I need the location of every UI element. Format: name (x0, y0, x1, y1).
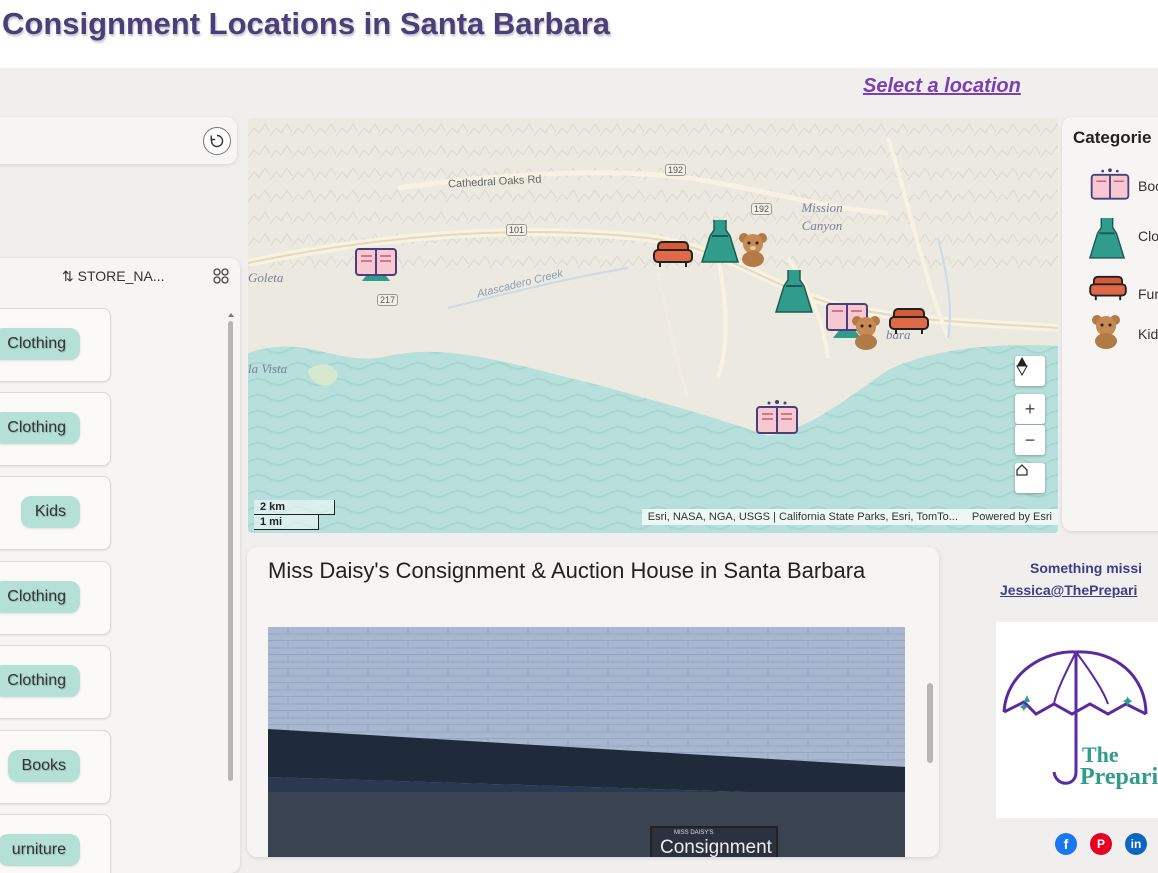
sofa-icon (1089, 275, 1127, 301)
list-item[interactable]: Clothing (0, 645, 111, 719)
refresh-button[interactable] (203, 127, 231, 155)
book-icon (1090, 168, 1130, 200)
attribution-text[interactable]: Esri, NASA, NGA, USGS | California State… (648, 511, 958, 523)
dress-icon[interactable] (700, 218, 740, 264)
zoom-in-button[interactable]: + (1015, 394, 1045, 424)
legend-item: Boo (1088, 165, 1158, 205)
store-photo: MISS DAISY'S Consignment (268, 627, 905, 857)
legend-label: Clo (1138, 228, 1158, 244)
route-shield-192: 192 (751, 203, 773, 215)
dress-icon[interactable] (774, 268, 814, 314)
page-title: Consignment Locations in Santa Barbara (2, 6, 611, 41)
contact-email-link[interactable]: Jessica@ThePrepari (1000, 582, 1137, 598)
svg-text:✦: ✦ (1018, 699, 1030, 715)
legend-panel: Categorie Boo Clo Fur (1062, 117, 1158, 531)
book-icon[interactable] (753, 397, 801, 437)
scale-bar: 2 km 1 mi (254, 500, 335, 530)
category-tag: urniture (0, 834, 80, 866)
select-location-link[interactable]: Select a location (863, 75, 1021, 98)
category-tag: Kids (20, 496, 80, 528)
list-item[interactable]: Books (0, 730, 111, 804)
zoom-out-button[interactable]: − (1015, 425, 1045, 455)
category-tag: Clothing (0, 412, 80, 444)
compass-button[interactable] (1015, 356, 1045, 386)
scale-km: 2 km (254, 500, 335, 515)
facebook-icon[interactable]: f (1055, 833, 1077, 855)
category-tag: Clothing (0, 328, 80, 360)
map-attribution: Esri, NASA, NGA, USGS | California State… (641, 509, 1058, 525)
linkedin-icon[interactable]: in (1125, 833, 1147, 855)
legend-label: Kid (1138, 326, 1158, 342)
list-scrollbar[interactable] (227, 311, 235, 831)
book-icon[interactable] (352, 241, 400, 287)
sofa-icon[interactable] (652, 238, 694, 270)
compass-icon (1016, 357, 1028, 376)
route-shield-101: 101 (506, 224, 528, 236)
list-item[interactable]: urniture (0, 814, 111, 873)
list-item[interactable]: Clothing (0, 308, 111, 382)
map-view[interactable]: Cathedral Oaks Rd Mission Canyon Goleta … (248, 118, 1058, 533)
teddy-bear-icon[interactable] (735, 231, 771, 267)
home-button[interactable] (1015, 463, 1045, 493)
legend-title: Categorie (1073, 128, 1152, 147)
something-missing-text: Something missi (1030, 560, 1143, 576)
teddy-bear-icon (1092, 315, 1120, 349)
detail-scrollbar[interactable] (927, 683, 933, 763)
grid-view-icon[interactable] (212, 267, 230, 285)
logo-text-preparing: Prepari (1080, 764, 1158, 790)
header-bar: Consignment Locations in Santa Barbara (0, 0, 1158, 68)
label-goleta: Goleta (248, 270, 284, 285)
legend-item: Fur (1088, 273, 1158, 313)
label-isla-vista: la Vista (248, 361, 288, 376)
scroll-up-icon[interactable] (227, 311, 235, 319)
storefront-image (268, 627, 905, 857)
dress-icon (1088, 218, 1126, 259)
the-preparing-logo: ✦ ✦ The Prepari (996, 622, 1158, 818)
legend-label: Boo (1138, 178, 1158, 194)
list-item[interactable]: Clothing (0, 392, 111, 466)
category-tag: Books (7, 750, 80, 782)
list-item[interactable]: Kids (0, 476, 111, 550)
sofa-icon[interactable] (888, 305, 930, 337)
category-tag: Clothing (0, 581, 80, 613)
store-sign: Consignment (660, 837, 772, 857)
sort-by-store-name[interactable]: ⇅ STORE_NA... (62, 268, 165, 285)
home-icon (1016, 464, 1028, 476)
route-shield-192: 192 (665, 164, 687, 176)
legend-item: Kid (1088, 313, 1158, 353)
route-shield-217: 217 (377, 294, 399, 306)
teddy-bear-icon[interactable] (848, 314, 884, 350)
location-list-panel: ⇅ STORE_NA... Clothing Clothing Kids Clo… (0, 258, 240, 873)
list-item[interactable]: Clothing (0, 561, 111, 635)
location-detail-panel: Miss Daisy's Consignment & Auction House… (247, 547, 939, 857)
refresh-icon (210, 134, 224, 148)
category-tag: Clothing (0, 665, 80, 697)
list-header: ⇅ STORE_NA... (0, 258, 240, 294)
label-mission-canyon: Mission Canyon (801, 200, 843, 233)
store-sign-small: MISS DAISY'S (674, 830, 714, 836)
pinterest-icon[interactable]: P (1090, 833, 1112, 855)
list-scroll-thumb[interactable] (228, 321, 233, 781)
legend-label: Fur (1138, 286, 1158, 302)
detail-title: Miss Daisy's Consignment & Auction House… (268, 558, 866, 583)
basemap (248, 118, 1058, 533)
svg-text:✦: ✦ (1121, 694, 1134, 711)
search-panel (0, 117, 237, 164)
scale-mi: 1 mi (254, 515, 319, 530)
powered-by-esri[interactable]: Powered by Esri (972, 511, 1052, 523)
legend-item: Clo (1088, 215, 1158, 259)
